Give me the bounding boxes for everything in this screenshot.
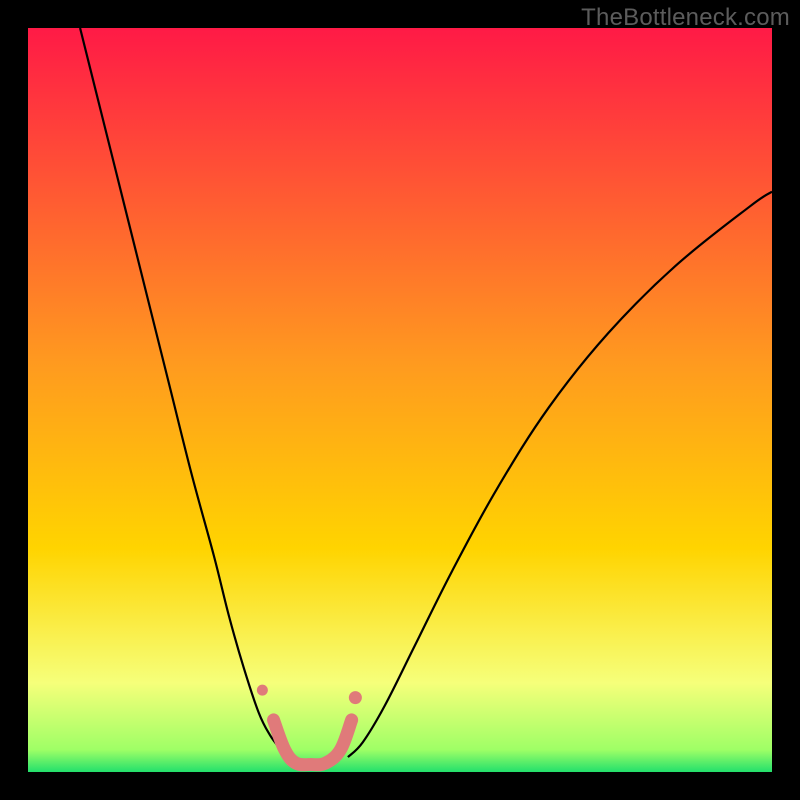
- dot-upper-left: [257, 685, 268, 696]
- background-gradient: [28, 28, 772, 772]
- plot-area: [28, 28, 772, 772]
- chart-frame: TheBottleneck.com: [0, 0, 800, 800]
- dot-upper-right: [349, 691, 362, 704]
- watermark-text: TheBottleneck.com: [581, 4, 790, 32]
- chart-svg: [28, 28, 772, 772]
